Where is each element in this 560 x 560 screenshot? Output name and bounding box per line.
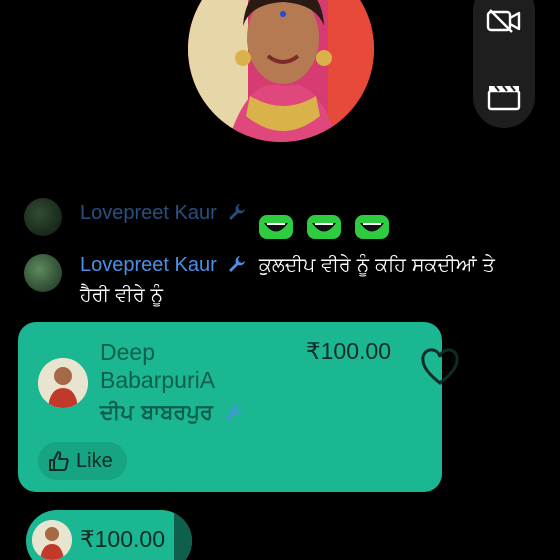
like-label: Like bbox=[76, 449, 113, 472]
chat-message: Lovepreet Kaur ਕੁਲਦੀਪ ਵੀਰੇ ਨੂੰ ਕਹਿ ਸਕਦੀਆ… bbox=[24, 254, 495, 306]
gifter-name-line2: BabarpuriA bbox=[100, 367, 216, 393]
host-avatar[interactable] bbox=[188, 0, 374, 142]
emoji-row bbox=[258, 214, 390, 240]
laughing-emoji-icon bbox=[307, 215, 341, 239]
user-avatar[interactable] bbox=[24, 198, 62, 236]
chat-message: Lovepreet Kaur bbox=[24, 198, 245, 236]
pill-edge bbox=[174, 510, 192, 560]
gifter-avatar[interactable] bbox=[38, 358, 88, 408]
gifter-punjabi-name: ਦੀਪ ਬਾਬਰਪੁਰ bbox=[100, 398, 244, 426]
gift-card: Deep BabarpuriA ਦੀਪ ਬਾਬਰਪੁਰ ₹100.00 Like bbox=[18, 322, 459, 492]
laughing-emoji-icon bbox=[259, 215, 293, 239]
laughing-emoji-icon bbox=[355, 215, 389, 239]
thumbs-up-icon bbox=[49, 451, 69, 471]
gift-amount-pill[interactable]: ₹100.00 bbox=[26, 510, 192, 560]
side-controls bbox=[473, 0, 535, 128]
pill-amount: ₹100.00 bbox=[80, 526, 165, 552]
like-button[interactable]: Like bbox=[38, 442, 127, 480]
username[interactable]: Lovepreet Kaur bbox=[80, 254, 217, 276]
wrench-icon bbox=[228, 256, 245, 272]
gifter-name-line1: Deep bbox=[100, 339, 155, 365]
user-avatar[interactable] bbox=[24, 254, 62, 292]
wrench-icon bbox=[226, 404, 243, 420]
camera-off-icon[interactable] bbox=[486, 6, 522, 36]
clapperboard-icon[interactable] bbox=[486, 82, 522, 112]
wrench-icon bbox=[228, 204, 245, 220]
gifter-name: Deep BabarpuriA bbox=[100, 338, 290, 394]
username[interactable]: Lovepreet Kaur bbox=[80, 202, 217, 224]
host-photo bbox=[188, 0, 374, 142]
gift-amount: ₹100.00 bbox=[306, 338, 391, 364]
gifter-punjabi-text: ਦੀਪ ਬਾਬਰਪੁਰ bbox=[100, 400, 213, 424]
heart-icon[interactable] bbox=[419, 348, 461, 388]
gifter-avatar-small bbox=[32, 520, 72, 560]
